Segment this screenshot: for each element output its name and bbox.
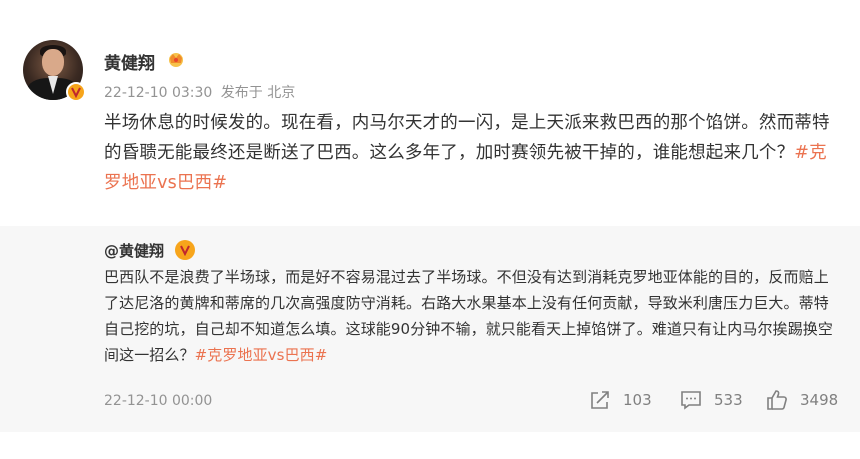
- like-button[interactable]: 3498: [766, 389, 838, 411]
- share-icon: [591, 391, 609, 409]
- post-text: 半场休息的时候发的。现在看，内马尔天才的一闪，是上天派来救巴西的那个馅饼。然而蒂…: [104, 113, 830, 163]
- reposted-weibo: @黄健翔 巴西队不是浪费了半场球，而是好不容易混过去了半场球。不但没有达到消耗克…: [0, 226, 860, 432]
- thumbs-up-icon: [767, 390, 787, 410]
- repost-author-name[interactable]: @黄健翔: [104, 240, 164, 261]
- author-name[interactable]: 黄健翔: [104, 49, 155, 74]
- verified-badge-icon: [66, 82, 86, 102]
- post-time[interactable]: 22-12-10 03:30: [104, 85, 212, 101]
- post-source: 发布于 北京: [220, 85, 296, 101]
- like-count: 3498: [800, 391, 839, 409]
- author-avatar[interactable]: [23, 40, 86, 102]
- repost-hashtag-link[interactable]: #克罗地亚vs巴西#: [195, 346, 328, 364]
- crown-icon: [169, 53, 183, 67]
- post-meta: 22-12-10 03:30 发布于 北京: [104, 82, 299, 102]
- repost-content: 巴西队不是浪费了半场球，而是好不容易混过去了半场球。不但没有达到消耗克罗地亚体能…: [104, 264, 838, 368]
- comment-icon: [681, 391, 701, 410]
- comment-button[interactable]: 533: [680, 389, 743, 411]
- share-button[interactable]: 103: [589, 389, 652, 411]
- comment-count: 533: [714, 391, 743, 409]
- repost-time[interactable]: 22-12-10 00:00: [104, 393, 212, 409]
- weibo-post: 黄健翔 22-12-10 03:30 发布于 北京 半场休息的时候发的。现在看，…: [0, 0, 860, 459]
- post-content: 半场休息的时候发的。现在看，内马尔天才的一闪，是上天派来救巴西的那个馅饼。然而蒂…: [104, 108, 834, 198]
- verified-badge-icon: [175, 240, 195, 260]
- share-count: 103: [623, 391, 652, 409]
